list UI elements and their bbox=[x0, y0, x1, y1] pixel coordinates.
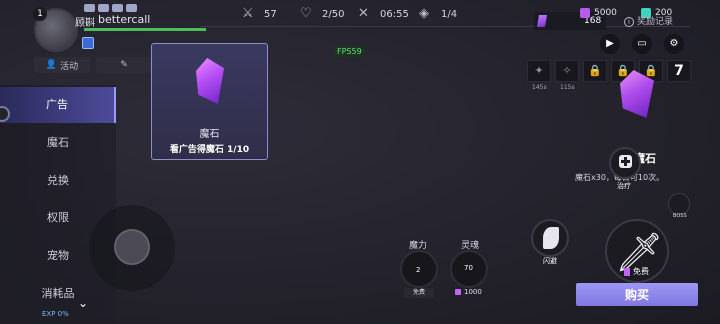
joystick-thumb[interactable] bbox=[114, 229, 150, 265]
crossed-swords-icon: ✕ bbox=[358, 6, 369, 21]
sidebar-item-label: 魔石 bbox=[47, 136, 69, 149]
mana-value: 2 bbox=[416, 266, 421, 274]
sidebar-item-exchange[interactable]: 兑换 bbox=[0, 163, 116, 199]
skill-icon: ✧ bbox=[562, 64, 572, 77]
sidebar-item-ads[interactable]: 广告 bbox=[0, 87, 116, 123]
hp-bar bbox=[84, 28, 206, 31]
stat-hp-value: 2/50 bbox=[322, 8, 345, 20]
soul-value: 70 bbox=[464, 264, 473, 272]
buff-icon bbox=[98, 4, 109, 12]
skill-cooldown: 145s bbox=[532, 84, 547, 91]
play-button[interactable]: ▶ bbox=[600, 34, 620, 54]
boss-label: BOSS bbox=[673, 213, 687, 219]
gold-count: 5000 bbox=[594, 8, 617, 18]
stat-time: ✕ 06:55 bbox=[358, 7, 409, 21]
skill-slot-locked[interactable]: 🔒 bbox=[583, 60, 607, 82]
attack-free-tag: 免费 bbox=[624, 266, 649, 277]
person-icon: 👤 bbox=[45, 60, 58, 70]
slot-count-value: 7 bbox=[674, 63, 684, 79]
skill-slot-count[interactable]: 7 bbox=[667, 60, 691, 82]
attack-icon: ⚔ bbox=[242, 6, 254, 21]
magic-stone-icon bbox=[196, 58, 224, 104]
reward-record-label: 奖励记录 bbox=[637, 17, 674, 27]
chevron-down-icon[interactable]: ⌄ bbox=[78, 296, 88, 310]
reward-record-link[interactable]: i 奖励记录 bbox=[624, 14, 673, 27]
gem-icon bbox=[624, 267, 630, 276]
tab-weapon[interactable]: ✎ bbox=[96, 57, 152, 73]
buff-icon bbox=[112, 4, 123, 12]
card-title: 魔石 bbox=[199, 129, 220, 140]
settings-button[interactable]: ⚙ bbox=[664, 34, 684, 54]
feather-icon: ✎ bbox=[120, 60, 128, 70]
heart-icon: ♡ bbox=[300, 6, 312, 21]
sidebar-item-label: 消耗品 bbox=[41, 287, 75, 300]
hp-bar-fill bbox=[84, 28, 206, 31]
sidebar-item-label: 广告 bbox=[46, 98, 68, 111]
purple-gem-icon bbox=[580, 8, 590, 18]
soul-cost: 1000 bbox=[455, 288, 482, 296]
screen-button[interactable]: ▭ bbox=[632, 34, 652, 54]
hud-divider bbox=[200, 26, 690, 27]
sidebar-item-label: 宠物 bbox=[47, 249, 69, 262]
card-description: 看广告得魔石 1/10 bbox=[169, 145, 250, 155]
gem-icon bbox=[455, 289, 461, 295]
sidebar-item-consumables[interactable]: 消耗品 bbox=[0, 276, 116, 312]
skill-slot[interactable]: ✧ bbox=[555, 60, 579, 82]
shield-icon bbox=[82, 37, 94, 49]
stat-time-value: 06:55 bbox=[380, 8, 409, 20]
boss-button[interactable] bbox=[668, 193, 690, 215]
lock-icon: 🔒 bbox=[588, 64, 602, 77]
stat-attack: ⚔ 57 bbox=[242, 7, 277, 21]
gear-icon: ⚙ bbox=[669, 38, 679, 49]
buff-icon bbox=[126, 4, 137, 12]
mana-free-badge: 免费 bbox=[404, 288, 434, 298]
tab-activity-label: 活动 bbox=[60, 61, 79, 72]
monitor-icon: ▭ bbox=[637, 38, 647, 49]
player-name-prefix: 顾斟 bbox=[75, 18, 95, 29]
tab-activity[interactable]: 👤 活动 bbox=[34, 57, 90, 73]
play-icon: ▶ bbox=[606, 38, 614, 49]
stat-hp: ♡ 2/50 bbox=[300, 7, 344, 21]
stat-wave: ◈ 1/4 bbox=[419, 7, 457, 21]
wave-icon: ◈ bbox=[419, 6, 429, 21]
skill-cooldown: 115s bbox=[560, 84, 575, 91]
stat-attack-value: 57 bbox=[264, 8, 277, 20]
attack-free-label: 免费 bbox=[633, 267, 649, 276]
shop-sidebar: 广告 魔石 兑换 权限 宠物 消耗品 bbox=[0, 85, 116, 324]
ad-reward-card[interactable]: 魔石 看广告得魔石 1/10 bbox=[151, 43, 268, 160]
dodge-button[interactable] bbox=[531, 219, 569, 257]
player-level-badge: 1 bbox=[33, 7, 47, 21]
heal-label: 治疗 bbox=[617, 182, 631, 190]
wing-icon bbox=[543, 227, 559, 249]
buy-button[interactable]: 购买 bbox=[576, 283, 698, 306]
gold-counter: 5000 bbox=[580, 8, 617, 18]
plus-icon bbox=[619, 155, 632, 168]
exp-label: EXP 0% bbox=[42, 310, 69, 318]
skill-slot[interactable]: ✦ bbox=[527, 60, 551, 82]
heal-button[interactable] bbox=[609, 147, 641, 179]
info-icon: i bbox=[624, 17, 634, 27]
skill-icon: ✦ bbox=[534, 64, 544, 77]
lock-icon: 🔒 bbox=[616, 64, 630, 77]
buff-row bbox=[84, 4, 137, 12]
lock-icon: 🔒 bbox=[644, 64, 658, 77]
soul-cost-value: 1000 bbox=[464, 288, 482, 296]
sidebar-item-label: 兑换 bbox=[47, 174, 69, 187]
fps-counter: FPS59 bbox=[334, 46, 365, 57]
sidebar-item-label: 权限 bbox=[47, 211, 69, 224]
dodge-label: 闪避 bbox=[543, 257, 557, 265]
sidebar-item-magic-stone[interactable]: 魔石 bbox=[0, 125, 116, 161]
buff-icon bbox=[84, 4, 95, 12]
gem-icon bbox=[536, 15, 548, 27]
stat-wave-value: 1/4 bbox=[441, 8, 458, 20]
player-name: bettercall bbox=[98, 13, 151, 26]
